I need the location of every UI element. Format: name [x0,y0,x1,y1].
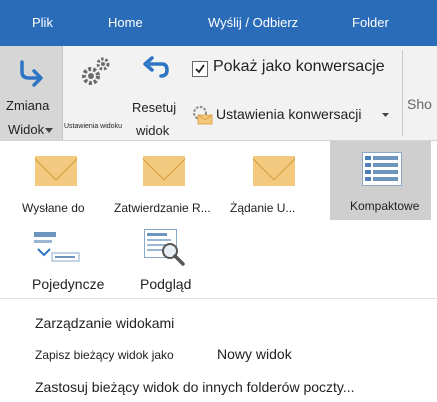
envelope-icon [35,156,77,186]
reset-view-button[interactable]: Resetuj widok [127,46,183,140]
view-label: Zatwierdzanie R... [114,201,211,215]
reset-view-label-1: Resetuj [132,100,177,115]
view-label: Żądanie U... [230,201,296,215]
view-settings-label: Ustawienia widoku [64,123,122,130]
view-label: Wysłane do [22,201,85,215]
gears-icon [82,57,110,85]
view-label: Podgląd [140,276,192,292]
save-view-as-label: Zapisz bieżący widok jako [35,348,174,362]
tab-home[interactable]: Home [108,15,143,30]
conversation-settings-icon [193,106,213,125]
ribbon-tab-bar: Plik Home Wyślij / Odbierz Folder [0,0,437,46]
change-view-button[interactable]: Zmiana Widok [0,46,63,140]
conversation-settings-button[interactable]: Ustawienia konwersacji [192,102,392,128]
tab-file[interactable]: Plik [32,15,53,30]
view-request[interactable]: Żądanie U... [230,141,320,221]
new-view-label: Nowy widok [217,346,292,362]
show-group-label[interactable]: Sho [407,96,432,112]
view-label: Kompaktowe [350,199,420,213]
view-label: Pojedyncze [32,276,105,292]
view-approval[interactable]: Zatwierdzanie R... [114,141,214,221]
views-gallery: Wysłane do Zatwierdzanie R... Żądanie U.… [0,141,437,298]
view-sent-to[interactable]: Wysłane do [22,141,100,221]
single-view-icon [34,232,80,262]
ribbon-separator [402,50,403,136]
manage-views-item[interactable]: Zarządzanie widokami [35,315,174,331]
tab-folder[interactable]: Folder [352,15,389,30]
view-compact[interactable]: Kompaktowe [330,141,431,220]
checkbox-box[interactable] [192,61,208,77]
envelope-icon [253,156,295,186]
change-view-label-1: Zmiana [6,98,50,113]
reset-view-label-2: widok [136,123,170,138]
show-as-conversations-checkbox[interactable]: Pokaż jako konwersacje [190,58,400,82]
chevron-down-icon [382,113,389,117]
change-view-label-2: Widok [8,122,45,137]
checkmark-icon [195,64,205,74]
view-settings-button[interactable]: Ustawienia widoku [63,46,127,140]
envelope-icon [143,156,185,186]
apply-view-item[interactable]: Zastosuj bieżący widok do innych folderó… [35,379,355,395]
tab-send-receive[interactable]: Wyślij / Odbierz [208,15,298,30]
preview-icon [144,229,185,266]
view-preview[interactable]: Podgląd [132,223,202,295]
view-single[interactable]: Pojedyncze [30,223,120,295]
save-view-as-item[interactable]: Zapisz bieżący widok jako Nowy widok [35,346,325,368]
chevron-down-icon [45,128,53,133]
compact-list-icon [362,152,402,186]
undo-arrow-icon [143,56,169,78]
ribbon-view-group: Zmiana Widok Ustawienia widoku Resetuj w… [0,46,437,141]
menu-divider [0,298,437,299]
change-view-icon [20,60,43,87]
show-as-conversations-label: Pokaż jako konwersacje [213,58,385,75]
conversation-settings-label: Ustawienia konwersacji [216,106,362,122]
